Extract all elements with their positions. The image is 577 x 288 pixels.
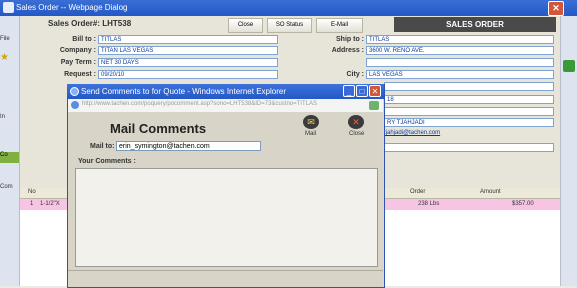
left-partial-window: File ★ In Co Com	[0, 16, 20, 286]
security-icon	[369, 101, 379, 110]
notes-field[interactable]	[384, 143, 554, 152]
mail-icon[interactable]: ✉	[303, 115, 319, 129]
extra-field[interactable]	[384, 82, 554, 91]
address-field[interactable]: 3600 W. RENO AVE.	[366, 46, 554, 55]
maximize-button[interactable]: □	[356, 85, 368, 97]
pay-term-field[interactable]: NET 30 DAYS	[98, 58, 278, 67]
pay-term-label: Pay Term :	[60, 59, 96, 66]
mail-icon-label: Mail	[305, 131, 317, 137]
favorites-star-icon[interactable]: ★	[0, 52, 19, 63]
page-icon	[71, 101, 79, 109]
comments-label: Your Comments :	[78, 158, 136, 165]
mail-to-label: Mail to:	[90, 143, 115, 150]
dialog-heading: Mail Comments	[110, 121, 207, 136]
address-label: Address :	[331, 47, 364, 54]
sales-order-number: Sales Order#: LHT538	[48, 19, 132, 28]
sales-order-banner: SALES ORDER	[394, 17, 556, 32]
company-label: Company :	[59, 47, 96, 54]
extra-field-2[interactable]	[384, 107, 554, 116]
address-bar[interactable]: http://www.tachen.com/poquery/pocomment.…	[68, 99, 383, 113]
dialog-titlebar: Send Comments to for Quote - Windows Int…	[67, 84, 384, 99]
request-label: Request :	[64, 71, 96, 78]
close-button[interactable]: Close	[228, 18, 263, 33]
dialog-status-bar	[68, 270, 383, 287]
close-icon[interactable]: ✕	[348, 115, 364, 129]
left-co-label: Co	[0, 152, 19, 163]
left-file-label: File	[0, 36, 10, 42]
row-amount: $357.00	[512, 201, 534, 207]
value-field[interactable]: 18	[384, 95, 554, 104]
row-item: 1-1/2"X	[40, 201, 60, 207]
left-in-label: In	[0, 114, 6, 120]
bill-to-field[interactable]: TITLAS	[98, 35, 278, 44]
dialog-title: Send Comments to for Quote - Windows Int…	[81, 87, 286, 96]
city-label: City :	[346, 71, 365, 78]
ie-icon	[70, 87, 79, 96]
close-icon-label: Close	[349, 131, 365, 137]
address-url: http://www.tachen.com/poquery/pocomment.…	[82, 101, 317, 107]
minimize-button[interactable]: _	[343, 85, 355, 97]
go-icon[interactable]	[563, 60, 575, 72]
ship-to-field[interactable]: TITLAS	[366, 35, 554, 44]
contact-email-link[interactable]: tjahjadi@tachen.com	[384, 130, 440, 136]
row-no: 1	[30, 201, 34, 207]
row-order: 238 Lbs	[418, 201, 440, 207]
city-field[interactable]: LAS VEGAS	[366, 70, 554, 79]
mail-to-input[interactable]: erin_symington@tachen.com	[116, 141, 261, 151]
email-button[interactable]: E-Mail	[316, 18, 363, 33]
window-title: Sales Order -- Webpage Dialog	[16, 3, 128, 12]
contact-field[interactable]: RY TJAHJADI	[384, 118, 554, 127]
app-icon	[3, 2, 14, 13]
dialog-close-button[interactable]: ✕	[369, 85, 381, 97]
window-titlebar: Sales Order -- Webpage Dialog ✕	[0, 0, 577, 16]
ship-to-label: Ship to :	[336, 36, 364, 43]
comments-textarea[interactable]	[75, 168, 378, 267]
company-field[interactable]: TITAN LAS VEGAS	[98, 46, 278, 55]
request-date-field[interactable]: 09/20/10	[98, 70, 278, 79]
so-status-button[interactable]: SO Status	[267, 18, 312, 33]
left-com-label: Com	[0, 184, 13, 190]
col-order-header: Order	[410, 189, 426, 195]
col-amount-header: Amount	[480, 189, 501, 195]
window-close-button[interactable]: ✕	[548, 1, 564, 16]
address-line2-field[interactable]	[366, 58, 554, 67]
col-no-header: No	[28, 189, 36, 195]
right-partial-window	[560, 16, 577, 286]
bill-to-label: Bill to :	[72, 36, 96, 43]
